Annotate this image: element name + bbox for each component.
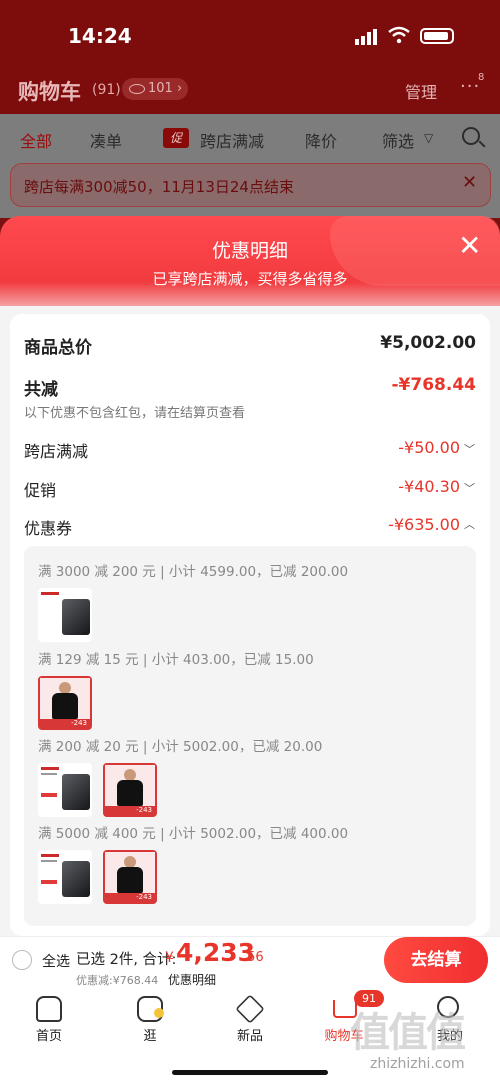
coupon-label: 优惠券 (24, 519, 73, 538)
page-title: 购物车 (18, 80, 81, 104)
status-time: 14:24 (68, 24, 132, 48)
discount-summary: 优惠减:¥768.44 (76, 974, 159, 987)
coupon-rule: 满 200 减 20 元 | 小计 5002.00，已减 20.00 (38, 739, 323, 755)
sheet-subtitle: 已享跨店满减，买得多省得多 (152, 270, 348, 288)
select-all-label[interactable]: 全选 (42, 951, 70, 971)
product-thumb-phone[interactable] (38, 850, 92, 904)
promo-value: -¥40.30 (398, 477, 460, 496)
reduce-note: 以下优惠不包含红包，请在结算页查看 (24, 406, 246, 421)
home-indicator (172, 1070, 328, 1075)
shirt-price-tag: -243 (40, 719, 90, 728)
eye-icon (129, 84, 145, 94)
filter-icon[interactable]: ▽ (424, 131, 433, 145)
shirt-image (117, 867, 143, 893)
phone-image (62, 599, 90, 635)
battery-icon (420, 28, 454, 44)
total-price-label: 商品总价 (24, 338, 92, 358)
home-icon[interactable] (36, 996, 62, 1022)
currency-symbol: ¥ (165, 950, 174, 966)
shirt-price-tag: -243 (105, 893, 155, 902)
manage-button[interactable]: 管理 (405, 79, 437, 103)
shirt-image (52, 693, 78, 719)
chevron-down-icon[interactable]: ﹀ (464, 441, 475, 457)
product-thumb-shirt[interactable]: -243 (103, 850, 157, 904)
tab-home[interactable]: 首页 (19, 1025, 79, 1044)
total-price-value: ¥5,002.00 (380, 333, 476, 353)
close-icon[interactable]: ✕ (458, 232, 481, 260)
product-thumb-shirt[interactable]: -243 (103, 763, 157, 817)
cross-store-value: -¥50.00 (398, 438, 460, 457)
coupon-rule: 满 5000 减 400 元 | 小计 5002.00，已减 400.00 (38, 826, 349, 842)
total-amount-decimal: .56 (243, 950, 264, 965)
coupon-value: -¥635.00 (388, 515, 460, 534)
thumb-label (41, 854, 59, 857)
wifi-icon (388, 26, 410, 44)
product-thumb-phone[interactable] (38, 588, 92, 642)
more-badge: 8 (478, 72, 485, 83)
promo-tag-icon: 促 (163, 128, 189, 148)
watermark-url: zhizhizhi.com (370, 1056, 465, 1072)
phone-image (62, 774, 90, 810)
signal-icon (355, 29, 377, 45)
shirt-image (117, 780, 143, 806)
tab-filter[interactable]: 筛选 (382, 128, 414, 152)
thumb-label (41, 773, 57, 775)
chevron-up-icon[interactable]: ︿ (464, 516, 475, 532)
cross-store-label: 跨店满减 (24, 442, 89, 461)
shirt-price-tag: -243 (105, 806, 155, 815)
select-all-checkbox[interactable] (12, 950, 32, 970)
search-icon[interactable] (462, 127, 480, 145)
thumb-label (41, 592, 59, 595)
chevron-down-icon[interactable]: ﹀ (464, 480, 475, 496)
thumb-label (41, 860, 57, 862)
coupon-rule: 满 3000 减 200 元 | 小计 4599.00，已减 200.00 (38, 564, 349, 580)
tab-all[interactable]: 全部 (20, 128, 52, 152)
product-thumb-shirt[interactable]: -243 (38, 676, 92, 730)
cart-count: (91) (92, 82, 121, 98)
views-count: 101 (148, 81, 173, 96)
total-reduce-value: -¥768.44 (391, 375, 477, 395)
thumb-label (41, 793, 57, 797)
selected-summary: 已选 2件, 合计: (76, 952, 177, 968)
phone-image (62, 861, 90, 897)
discount-detail-link[interactable]: 优惠明细 (168, 971, 216, 988)
tab-new[interactable]: 新品 (220, 1025, 280, 1044)
total-reduce-label: 共减 (24, 380, 58, 400)
promo-label: 促销 (24, 481, 57, 500)
coupon-rule: 满 129 减 15 元 | 小计 403.00，已减 15.00 (38, 652, 314, 668)
thumb-label (41, 767, 59, 770)
tab-cou[interactable]: 凑单 (90, 128, 122, 152)
banner-close-icon[interactable]: ✕ (462, 172, 477, 193)
tab-cross-store[interactable]: 跨店满减 (200, 128, 264, 152)
tab-price-drop[interactable]: 降价 (305, 128, 337, 152)
banner-text: 跨店每满300减50，11月13日24点结束 (24, 178, 294, 196)
product-thumb-phone[interactable] (38, 763, 92, 817)
browse-dot (154, 1008, 164, 1018)
watermark-logo: 值值值 (350, 1010, 466, 1056)
sheet-title: 优惠明细 (211, 240, 288, 262)
tab-browse[interactable]: 逛 (120, 1025, 180, 1044)
checkout-button[interactable]: 去结算 (384, 937, 488, 983)
thumb-label (41, 880, 57, 884)
